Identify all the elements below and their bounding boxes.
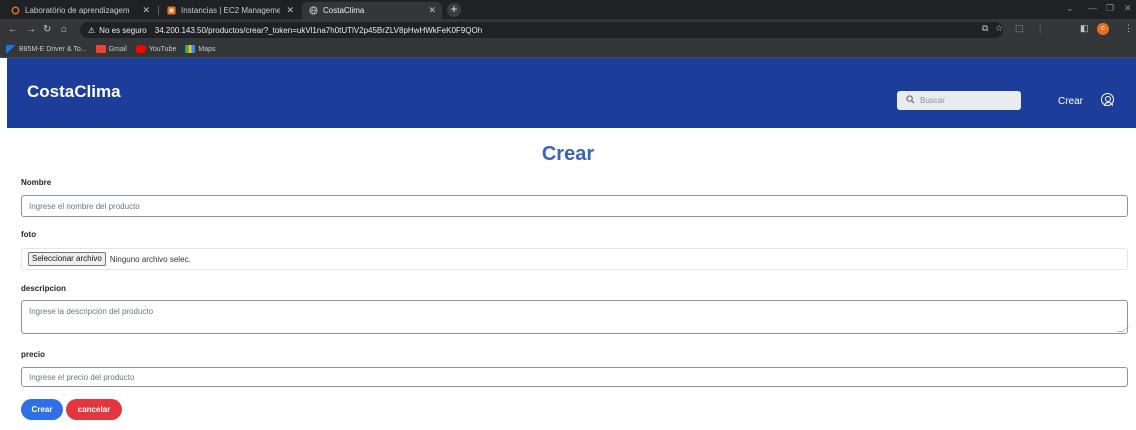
profile-avatar[interactable]: c — [1097, 23, 1109, 35]
bookmark-maps[interactable]: Maps — [185, 45, 215, 53]
bookmarks-bar: B85M-E Driver & To... Gmail YouTube Maps — [0, 41, 1136, 58]
share-icon[interactable]: ⧉ — [982, 23, 988, 34]
ec2-icon — [166, 6, 176, 16]
foto-file-input[interactable]: Seleccionar archivo Ninguno archivo sele… — [21, 248, 1128, 270]
nombre-input[interactable] — [21, 195, 1128, 217]
warning-icon[interactable]: ⚠ — [88, 26, 95, 35]
url-text[interactable]: 34.200.143.50/productos/crear?_token=ukV… — [155, 26, 482, 35]
browser-tab-bar: Laboratório de aprendizagem ✕ Instancias… — [0, 0, 1136, 19]
cancelar-button[interactable]: cancelar — [66, 399, 122, 420]
close-icon[interactable]: ✕ — [286, 5, 294, 16]
reload-icon[interactable]: ↻ — [43, 24, 51, 36]
tab-costaclima[interactable]: CostaClima ✕ — [302, 2, 442, 19]
tab-ec2[interactable]: Instancias | EC2 Management C ✕ — [160, 2, 300, 19]
search-icon — [906, 95, 915, 106]
tab-laboratorio[interactable]: Laboratório de aprendizagem ✕ — [4, 2, 156, 19]
globe-icon — [308, 6, 318, 16]
file-status-text: Ninguno archivo selec. — [109, 254, 191, 264]
brand-logo[interactable]: CostaClima — [27, 82, 121, 102]
foto-label: foto — [21, 230, 37, 239]
bookmark-star-icon[interactable]: ☆ — [995, 23, 1003, 34]
search-box[interactable] — [897, 91, 1021, 110]
menu-icon[interactable]: ⋮ — [1124, 23, 1133, 34]
maps-icon — [185, 45, 196, 53]
home-icon[interactable]: ⌂ — [61, 24, 67, 36]
tab-search-icon[interactable]: ⌄ — [1066, 3, 1074, 14]
aws-ring-icon — [10, 6, 20, 16]
user-icon[interactable] — [1101, 93, 1114, 106]
restore-icon[interactable]: ❐ — [1106, 3, 1114, 14]
sidepanel-icon[interactable]: ◧ — [1080, 23, 1089, 34]
bookmark-gmail[interactable]: Gmail — [95, 45, 127, 53]
close-window-icon[interactable]: ✕ — [1124, 3, 1132, 14]
close-icon[interactable]: ✕ — [428, 5, 436, 16]
security-label[interactable]: No es seguro — [99, 26, 147, 35]
browser-toolbar: ← → ↻ ⌂ ⚠ No es seguro 34.200.143.50/pro… — [0, 19, 1136, 41]
back-icon[interactable]: ← — [8, 24, 18, 36]
new-tab-button[interactable]: + — [447, 3, 461, 17]
gmail-icon — [95, 45, 106, 53]
close-icon[interactable]: ✕ — [142, 5, 150, 16]
toolbar-divider: | — [1039, 23, 1042, 33]
bookmark-asus[interactable]: B85M-E Driver & To... — [6, 45, 87, 53]
nav-crear-link[interactable]: Crear — [1058, 96, 1083, 107]
minimize-icon[interactable]: — — [1088, 3, 1097, 13]
asus-icon — [6, 45, 16, 53]
address-bar[interactable]: ⚠ No es seguro 34.200.143.50/productos/c… — [80, 22, 1003, 38]
precio-label: precio — [21, 350, 46, 359]
descripcion-textarea[interactable] — [21, 300, 1128, 334]
descripcion-label: descripcion — [21, 284, 66, 293]
bookmark-youtube[interactable]: YouTube — [135, 45, 176, 53]
crear-button[interactable]: Crear — [21, 399, 63, 420]
youtube-icon — [135, 45, 146, 53]
site-navbar: CostaClima Crear — [7, 58, 1136, 128]
select-file-button[interactable]: Seleccionar archivo — [28, 252, 106, 266]
search-input[interactable] — [920, 96, 1015, 105]
precio-input[interactable] — [21, 367, 1128, 387]
page-title: Crear — [541, 143, 595, 165]
nombre-label: Nombre — [21, 178, 52, 187]
forward-icon[interactable]: → — [26, 24, 36, 36]
tab-separator — [158, 6, 159, 15]
extensions-icon[interactable]: ⬚ — [1015, 23, 1024, 34]
